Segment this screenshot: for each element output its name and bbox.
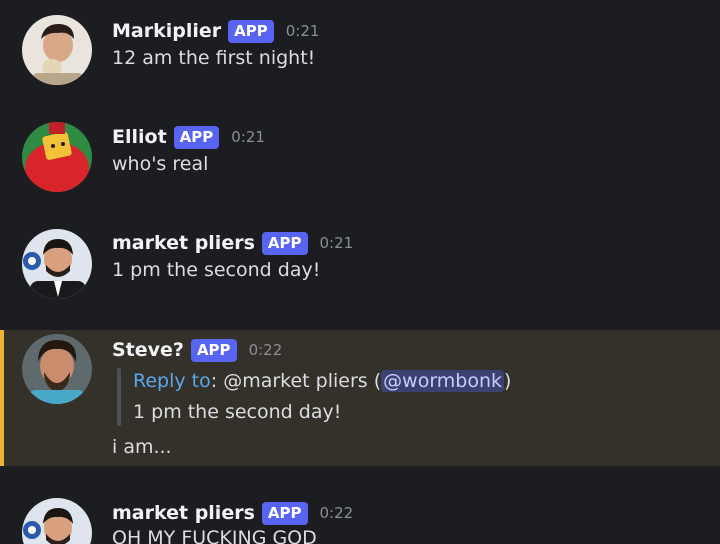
- reply-close-paren: ): [504, 370, 512, 392]
- app-badge: APP: [190, 338, 237, 362]
- user-avatar-icon: [22, 229, 92, 299]
- reply-open-paren: (: [367, 370, 382, 392]
- user-avatar-icon: [22, 334, 92, 404]
- avatar[interactable]: [22, 122, 92, 192]
- message-item[interactable]: Markiplier APP 0:21 12 am the first nigh…: [0, 0, 720, 106]
- message-header: Steve? APP 0:22: [112, 337, 282, 363]
- message-header: Markiplier APP 0:21: [112, 18, 319, 44]
- timestamp[interactable]: 0:21: [320, 234, 354, 252]
- message-item[interactable]: market pliers APP 0:22 OH MY FUCKING GOD: [0, 466, 720, 544]
- reply-label[interactable]: Reply to: [133, 370, 211, 392]
- message-text: 1 pm the second day!: [112, 259, 321, 281]
- message-item-highlighted[interactable]: Steve? APP 0:22 Reply to: @market pliers…: [0, 330, 720, 466]
- author-name[interactable]: Steve?: [112, 339, 184, 361]
- message-header: Elliot APP 0:21: [112, 124, 265, 150]
- user-avatar-icon: [22, 122, 92, 192]
- avatar[interactable]: [22, 334, 92, 404]
- app-badge: APP: [228, 19, 274, 43]
- reply-reference[interactable]: Reply to: @market pliers (@wormbonk): [133, 370, 511, 392]
- message-feed: Markiplier APP 0:21 12 am the first nigh…: [0, 0, 720, 544]
- message-text: who's real: [112, 153, 209, 175]
- reply-target[interactable]: @market pliers: [223, 370, 368, 392]
- user-avatar-icon: [22, 498, 92, 544]
- app-badge: APP: [261, 231, 308, 255]
- quote-bar: [117, 368, 121, 426]
- avatar[interactable]: [22, 229, 92, 299]
- quoted-text: 1 pm the second day!: [133, 401, 342, 423]
- message-text: OH MY FUCKING GOD: [112, 527, 317, 544]
- timestamp[interactable]: 0:21: [286, 22, 320, 40]
- timestamp[interactable]: 0:22: [320, 504, 354, 522]
- message-text: 12 am the first night!: [112, 47, 316, 69]
- user-mention[interactable]: @wormbonk: [381, 370, 505, 392]
- author-name[interactable]: Elliot: [112, 126, 167, 148]
- avatar[interactable]: [22, 15, 92, 85]
- user-avatar-icon: [22, 15, 92, 85]
- reply-separator: :: [210, 370, 224, 392]
- message-text: i am...: [112, 436, 172, 458]
- author-name[interactable]: market pliers: [112, 232, 255, 254]
- author-name[interactable]: market pliers: [112, 502, 255, 524]
- timestamp[interactable]: 0:21: [231, 128, 265, 146]
- timestamp[interactable]: 0:22: [249, 341, 283, 359]
- message-header: market pliers APP 0:22: [112, 500, 353, 526]
- avatar[interactable]: [22, 498, 92, 544]
- message-header: market pliers APP 0:21: [112, 230, 353, 256]
- app-badge: APP: [261, 501, 308, 525]
- app-badge: APP: [173, 125, 220, 149]
- message-item[interactable]: Elliot APP 0:21 who's real: [0, 106, 720, 212]
- author-name[interactable]: Markiplier: [112, 20, 221, 42]
- message-item[interactable]: market pliers APP 0:21 1 pm the second d…: [0, 212, 720, 330]
